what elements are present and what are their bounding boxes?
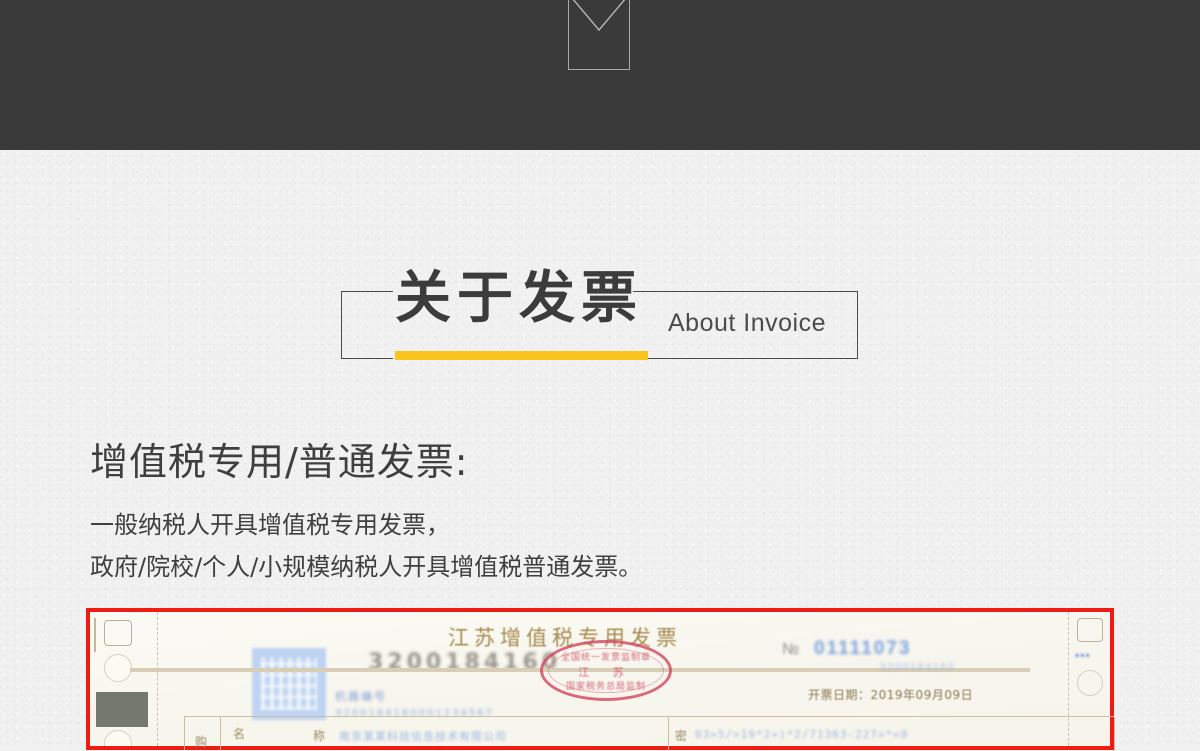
section-title-block: 关于发票 About Invoice	[341, 271, 858, 362]
perforation-circle	[104, 730, 132, 746]
paragraph-line-1: 一般纳税人开具增值税专用发票，	[90, 511, 450, 539]
invoice-types-heading: 增值税专用/普通发票:	[90, 440, 469, 484]
page-title-cn: 关于发票	[395, 266, 643, 331]
table-cell-name: 名 称 南京某某科技信息技术有限公司	[221, 717, 669, 751]
invoice-issue-date: 开票日期：2019年09月09日	[808, 686, 973, 703]
perforation-circle	[1077, 670, 1103, 696]
paragraph-line-2: 政府/院校/个人/小规模纳税人开具增值税普通发票。	[90, 553, 643, 581]
table-cell-buyer: 购	[185, 717, 221, 751]
table-name-label-2: 称	[313, 729, 326, 743]
invoice-red-stamp: 全国统一发票监制章 江 苏 国家税务总局监制	[540, 640, 672, 701]
invoice-number-symbol: №	[782, 641, 800, 658]
invoice-date-label: 开票日期：	[808, 688, 871, 702]
stamp-top-text: 全国统一发票监制章	[560, 653, 651, 663]
top-dark-banner	[0, 0, 1200, 150]
left-gray-block	[96, 692, 148, 727]
right-corner-square-icon	[1077, 618, 1103, 642]
stamp-mid-text: 江 苏	[578, 666, 634, 679]
invoice-qr-code	[252, 648, 326, 720]
table-name-label: 名	[233, 727, 246, 741]
invoice-serial-number: 01111073	[814, 638, 912, 659]
page-title-en: About Invoice	[668, 309, 826, 337]
invoice-left-perforation-strip: ●	[90, 612, 158, 746]
table-cipher-label: 密	[675, 729, 688, 743]
chevron-down-icon	[568, 0, 630, 44]
left-corner-square-icon	[104, 620, 132, 646]
perforation-circle	[104, 654, 132, 682]
invoice-table-row: 购 名 称 南京某某科技信息技术有限公司 密 03>5/>19*2+)*2/71…	[184, 716, 1115, 751]
title-accent-underline	[395, 351, 648, 360]
table-name-value: 南京某某科技信息技术有限公司	[339, 730, 507, 743]
table-cell-cipher: 密 03>5/>19*2+)*2/71363-227>*<0	[669, 717, 1115, 751]
left-vertical-bar	[94, 618, 96, 652]
invoice-qr-caption-1: 机器编号	[335, 690, 387, 703]
table-cipher-value: 03>5/>19*2+)*2/71363-227>*<0	[695, 728, 909, 741]
right-blue-smudge: ▪▪▪	[1075, 648, 1091, 662]
invoice-serial-subtext: 3200184160	[880, 662, 956, 673]
table-buyer-label: 购	[195, 735, 208, 749]
invoice-types-paragraph: 一般纳税人开具增值税专用发票， 政府/院校/个人/小规模纳税人开具增值税普通发票…	[90, 504, 642, 588]
stamp-bottom-text: 国家税务总局监制	[565, 682, 646, 692]
invoice-date-value: 2019年09月09日	[870, 688, 974, 702]
